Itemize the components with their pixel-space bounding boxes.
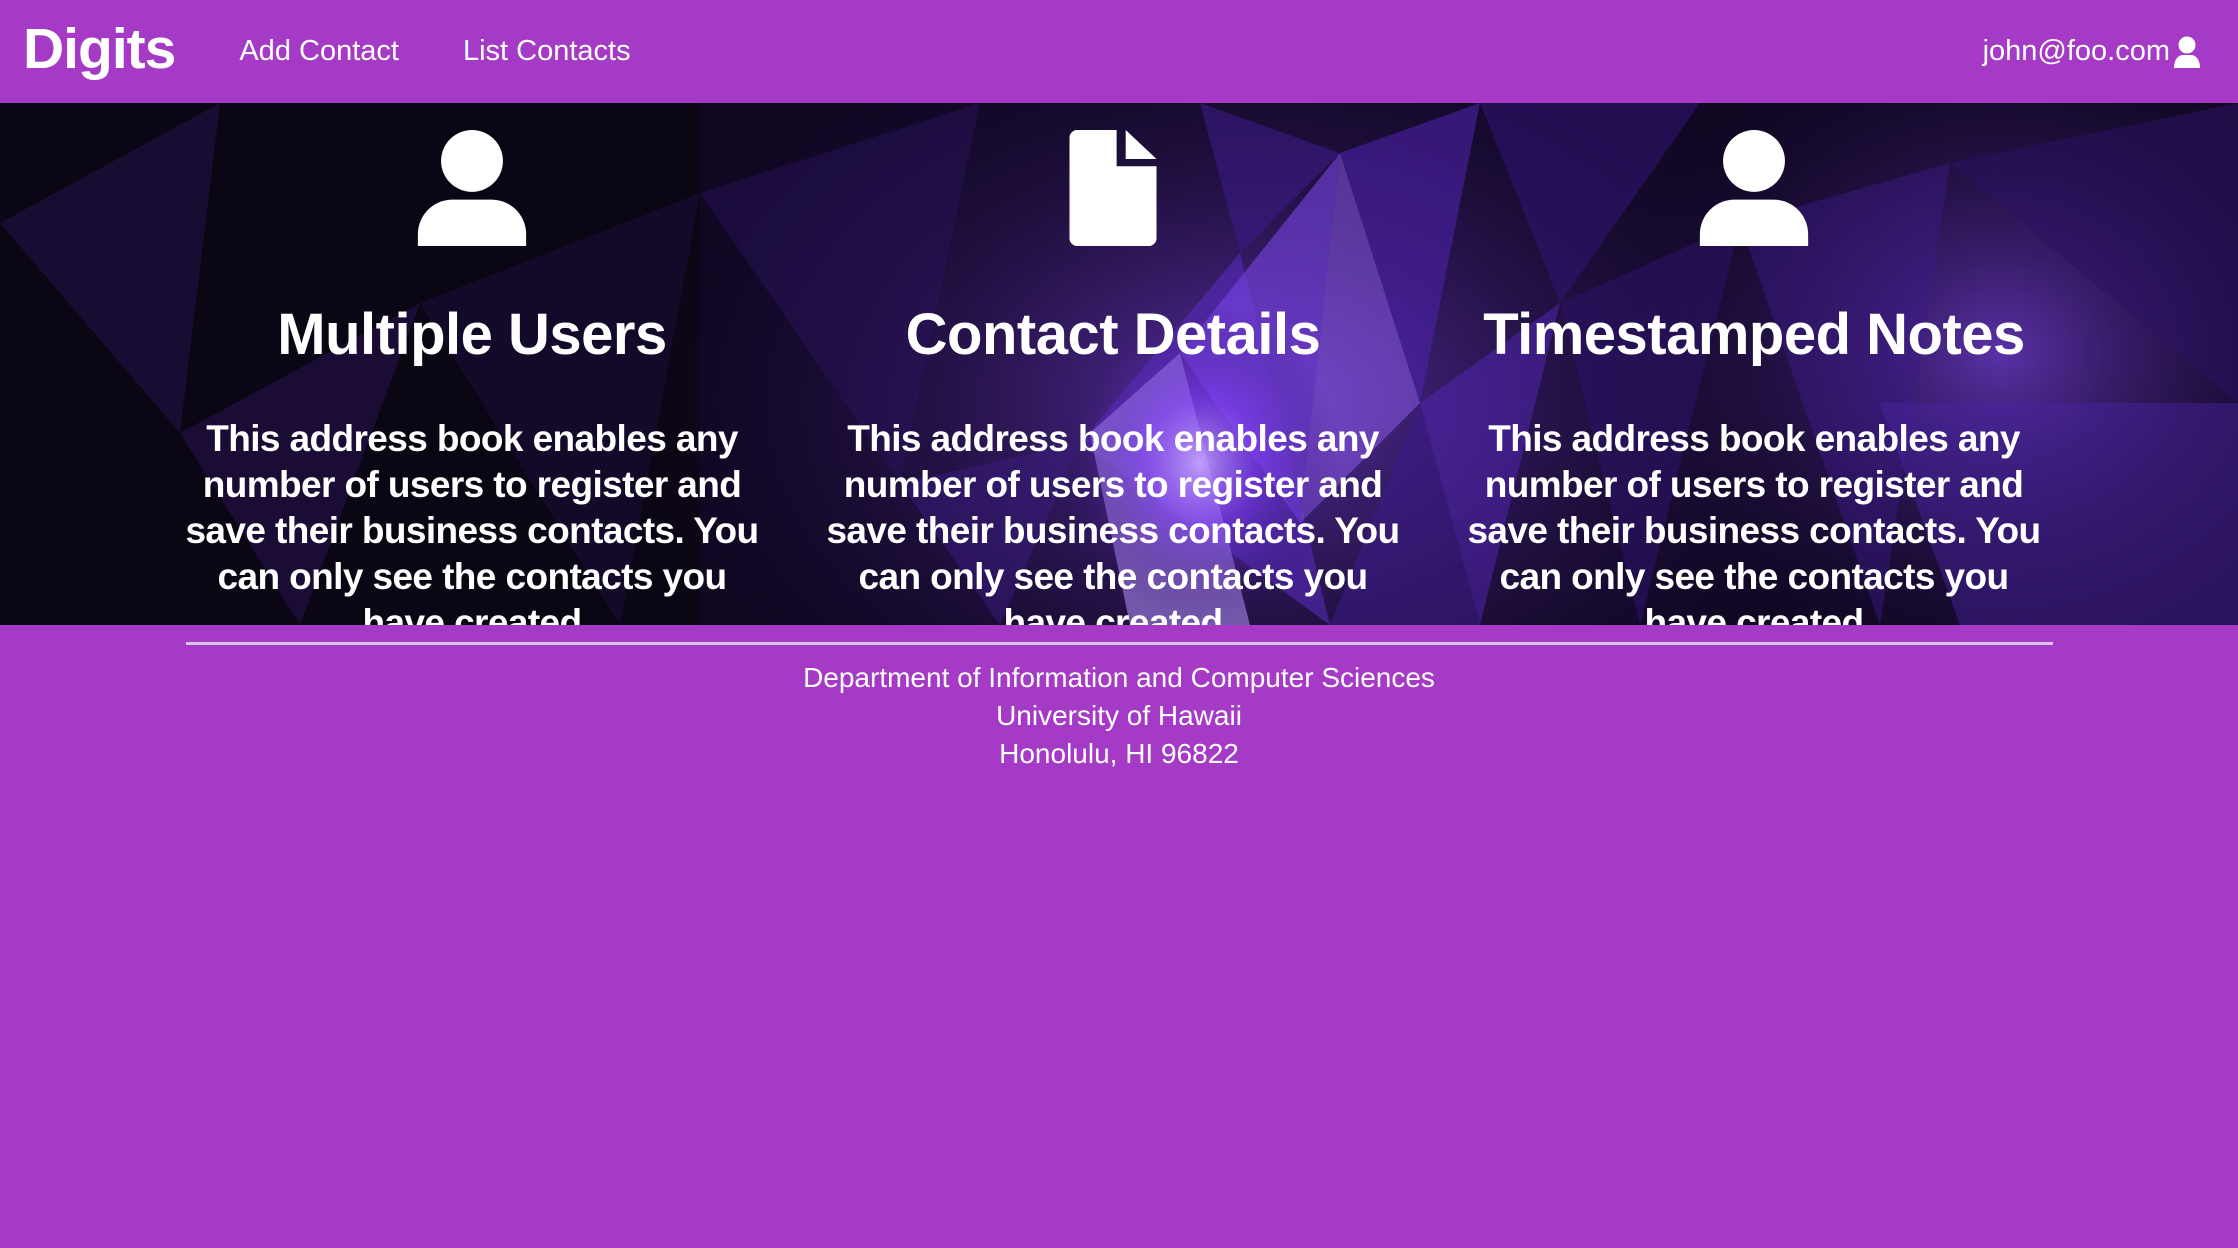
feature-columns: Multiple Users This address book enables…: [0, 103, 2238, 625]
user-icon: [2174, 36, 2200, 68]
file-icon: [1069, 130, 1157, 246]
feature-title: Multiple Users: [277, 302, 667, 367]
feature-contact-details: Contact Details This address book enable…: [793, 103, 1433, 625]
user-menu[interactable]: john@foo.com: [1983, 0, 2202, 103]
page-footer: Department of Information and Computer S…: [0, 625, 2238, 773]
footer-department: Department of Information and Computer S…: [803, 662, 1435, 693]
user-icon: [1699, 130, 1809, 246]
nav-add-contact[interactable]: Add Contact: [239, 37, 399, 66]
hero-section: Multiple Users This address book enables…: [0, 103, 2238, 625]
feature-description: This address book enables any number of …: [826, 418, 1400, 625]
user-email[interactable]: john@foo.com: [1983, 35, 2170, 68]
feature-timestamped-notes: Timestamped Notes This address book enab…: [1434, 103, 2074, 625]
brand-logo[interactable]: Digits: [23, 21, 176, 78]
feature-title: Timestamped Notes: [1483, 302, 2025, 367]
feature-description: This address book enables any number of …: [1467, 418, 2041, 625]
footer-city: Honolulu, HI 96822: [999, 738, 1239, 769]
feature-multiple-users: Multiple Users This address book enables…: [152, 103, 792, 625]
footer-address: Department of Information and Computer S…: [0, 659, 2238, 773]
nav-list-contacts[interactable]: List Contacts: [463, 37, 631, 66]
feature-description: This address book enables any number of …: [185, 418, 759, 625]
top-navbar: Digits Add Contact List Contacts john@fo…: [0, 0, 2238, 103]
footer-divider: [185, 642, 2053, 645]
footer-university: University of Hawaii: [996, 700, 1242, 731]
feature-title: Contact Details: [905, 302, 1321, 367]
user-icon: [417, 130, 527, 246]
